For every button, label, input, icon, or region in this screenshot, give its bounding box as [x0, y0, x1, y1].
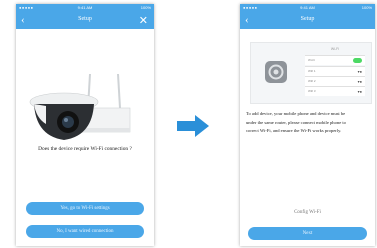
status-time: 9:41 AM: [300, 5, 315, 10]
navigation-bar: ‹ Setup: [240, 12, 375, 29]
phone-screen-wifi-question: ●●●●● 9:41 AM 100% ‹ Setup ✕ Does the de…: [16, 4, 154, 246]
settings-icon: [265, 61, 287, 83]
lock-wifi-icon: ▾●: [357, 88, 362, 94]
no-wired-connection-button[interactable]: No, I want wired connection: [26, 225, 144, 238]
arrow-right-icon: [177, 115, 209, 137]
page-title: Setup: [78, 16, 92, 22]
battery-indicator: 100%: [140, 5, 151, 10]
dome-camera-image: [29, 92, 99, 140]
instruction-text: To add device, your mobile phone and dev…: [246, 111, 346, 133]
lock-wifi-icon: ▾●: [357, 78, 362, 84]
wifi-network-row: Wifi 1 ▾●: [305, 66, 365, 76]
config-wifi-link[interactable]: Config Wi-Fi: [240, 210, 375, 215]
status-time: 9:41 AM: [77, 5, 93, 10]
wifi-toggle-row: Wi-Fi: [305, 55, 365, 65]
camera-router-illustration: [29, 73, 131, 140]
phone-screen-wifi-setup: ●●●●● 9:41 AM 100% ‹ Setup Wi-Fi Wi-Fi W…: [240, 4, 375, 246]
status-bar: ●●●●● 9:41 AM 100%: [16, 4, 154, 12]
toggle-switch: [353, 58, 362, 63]
wifi-header: Wi-Fi: [330, 47, 340, 51]
navigation-bar: ‹ Setup ✕: [16, 12, 154, 29]
wifi-network-row: Wifi 2 ▾●: [305, 76, 365, 86]
lock-wifi-icon: ▾●: [357, 68, 362, 74]
close-icon[interactable]: ✕: [139, 14, 148, 27]
yes-wifi-settings-button[interactable]: Yes, go to Wi-Fi settings: [26, 202, 144, 215]
status-bar: ●●●●● 9:41 AM 100%: [240, 4, 375, 12]
wifi-question-text: Does the device require Wi-Fi connection…: [38, 146, 132, 152]
page-title: Setup: [300, 16, 315, 22]
wifi-network-row: Wifi 3 ▾●: [305, 86, 365, 96]
battery-indicator: 100%: [361, 5, 372, 10]
next-button[interactable]: Next: [248, 227, 367, 240]
wifi-settings-illustration: Wi-Fi Wi-Fi Wifi 1 ▾● Wifi 2 ▾● Wifi 3 ▾…: [250, 42, 372, 104]
